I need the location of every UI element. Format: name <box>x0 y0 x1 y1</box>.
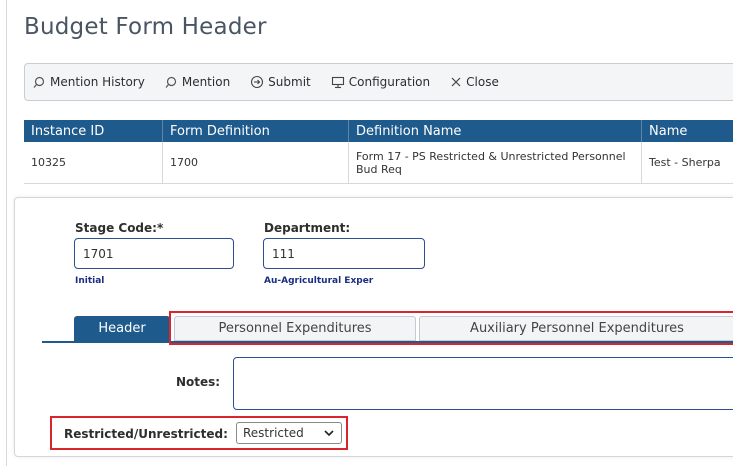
column-header-definition-name[interactable]: Definition Name <box>349 120 642 142</box>
cell-instance-id: 10325 <box>24 142 163 183</box>
submit-label: Submit <box>268 75 311 89</box>
department-field[interactable]: 111 <box>263 238 425 269</box>
column-header-name[interactable]: Name <box>642 120 733 142</box>
column-header-instance-id[interactable]: Instance ID <box>24 120 163 142</box>
grid-header: Instance ID Form Definition Definition N… <box>24 120 733 142</box>
mention-label: Mention <box>181 75 231 89</box>
notes-label: Notes: <box>176 375 221 389</box>
submit-button[interactable]: Submit <box>250 75 311 89</box>
cell-definition-name: Form 17 - PS Restricted & Unrestricted P… <box>349 142 642 183</box>
highlight-box-tabs <box>169 311 733 345</box>
search-icon <box>165 76 176 88</box>
stage-code-label: Stage Code:* <box>75 221 164 235</box>
mention-history-label: Mention History <box>50 75 145 89</box>
monitor-icon <box>331 76 344 88</box>
configuration-label: Configuration <box>348 75 431 89</box>
stage-code-hint: Initial <box>75 276 105 286</box>
department-label: Department: <box>264 221 351 235</box>
cell-form-definition: 1700 <box>163 142 349 183</box>
configuration-button[interactable]: Configuration <box>331 75 430 89</box>
department-hint: Au-Agricultural Experiment Sta <box>264 276 374 286</box>
mention-history-button[interactable]: Mention History <box>33 75 145 89</box>
toolbar: Mention History Mention Submit Configura… <box>24 63 733 101</box>
mention-button[interactable]: Mention <box>165 75 230 89</box>
close-label: Close <box>466 75 499 89</box>
column-header-form-definition[interactable]: Form Definition <box>163 120 349 142</box>
highlight-box-restricted <box>50 416 348 450</box>
window-left-edge <box>0 0 7 466</box>
close-icon <box>451 77 461 87</box>
cell-name: Test - Sherpa <box>649 156 721 169</box>
stage-code-field[interactable]: 1701 <box>74 238 234 269</box>
search-icon <box>33 76 45 88</box>
tab-header[interactable]: Header <box>74 316 170 341</box>
close-button[interactable]: Close <box>450 75 499 89</box>
submit-arrow-icon <box>251 75 264 89</box>
page-title: Budget Form Header <box>24 14 267 40</box>
table-row[interactable]: 10325 1700 Form 17 - PS Restricted & Unr… <box>24 142 733 184</box>
notes-textarea[interactable] <box>233 357 733 410</box>
